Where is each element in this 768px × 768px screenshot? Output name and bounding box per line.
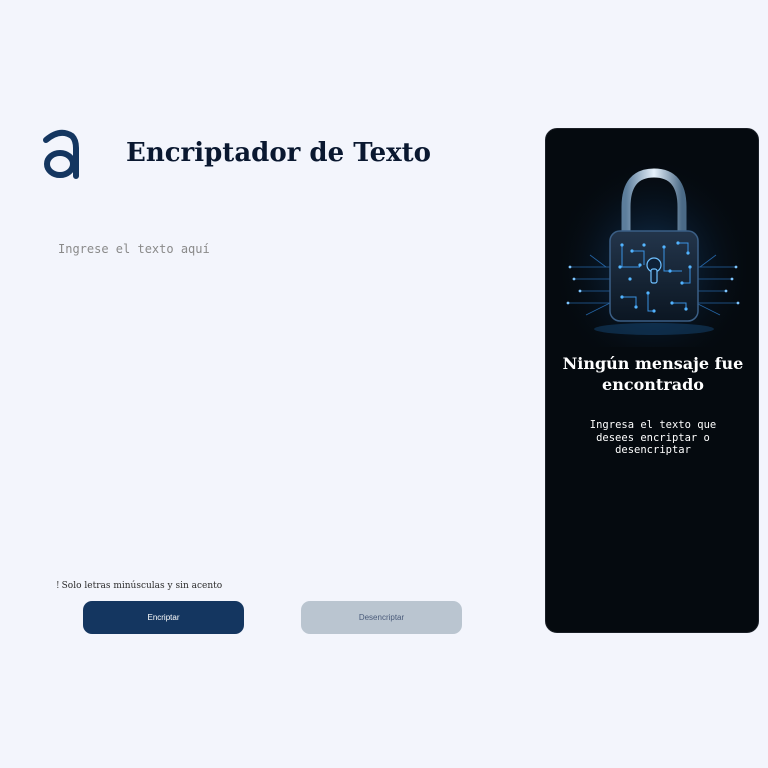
result-panel: Ningún mensaje fue encontrado Ingresa el… [545,128,759,633]
text-input[interactable] [52,236,472,566]
input-hint: ! Solo letras minúsculas y sin acento [56,581,222,591]
padlock-circuit-image [560,147,746,347]
panel-message: Ingresa el texto que desees encriptar o … [589,419,717,456]
page-title: Encriptador de Texto [126,138,431,168]
panel-title: Ningún mensaje fue encontrado [562,354,744,394]
decrypt-button[interactable]: Desencriptar [301,601,462,634]
exclamation-icon: ! [56,581,60,591]
logo-icon [43,129,79,179]
hint-text: Solo letras minúsculas y sin acento [61,581,223,591]
encrypt-button[interactable]: Encriptar [83,601,244,634]
